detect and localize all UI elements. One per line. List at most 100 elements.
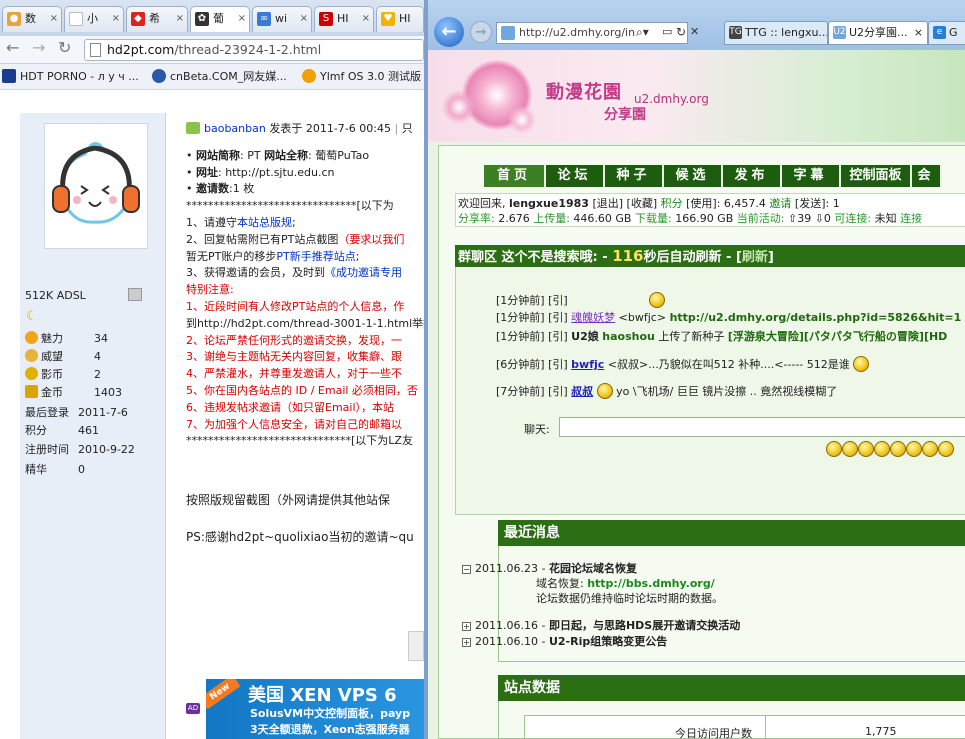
chat-time-quote[interactable]: [6分钟前] [引] bbox=[496, 358, 568, 371]
user-link[interactable]: lengxue1983 bbox=[509, 197, 589, 210]
collapse-icon[interactable]: − bbox=[462, 565, 471, 574]
nav-subtitles[interactable]: 字幕 bbox=[782, 165, 841, 187]
nav-upload[interactable]: 发布 bbox=[723, 165, 782, 187]
stat-value: 1,775 bbox=[865, 725, 897, 738]
xen-vps-ad-banner[interactable]: New 美国 XEN VPS 6 SolusVM中文控制面板，payp 3天全额… bbox=[206, 679, 424, 739]
news-body-text: 域名恢复: bbox=[536, 577, 588, 590]
news-item-2[interactable]: +2011.06.16 - 即日起，与思路HDS展开邀请交换活动 bbox=[462, 618, 740, 633]
logout-link[interactable]: [退出] bbox=[589, 197, 623, 210]
news-body-text: 论坛数据仍维持临时论坛时期的数据。 bbox=[536, 592, 723, 605]
close-icon[interactable]: × bbox=[238, 7, 246, 31]
smiley-icon[interactable] bbox=[842, 441, 858, 457]
rules-link[interactable]: 本站总版规 bbox=[237, 216, 292, 229]
close-icon[interactable]: × bbox=[176, 7, 184, 31]
close-icon[interactable]: × bbox=[50, 7, 58, 31]
chat-user[interactable]: bwfjc bbox=[571, 358, 604, 371]
close-icon[interactable]: × bbox=[362, 7, 370, 31]
close-icon[interactable]: × bbox=[112, 7, 120, 31]
ie-address-bar[interactable]: http://u2.dmhy.org/in bbox=[496, 22, 688, 44]
chat-time-quote[interactable]: [7分钟前] [引] bbox=[496, 385, 568, 398]
news-item-1[interactable]: −2011.06.23 - 花园论坛域名恢复 bbox=[462, 561, 637, 576]
forward-arrow-icon[interactable]: → bbox=[32, 38, 45, 57]
nav-more[interactable]: 会 bbox=[912, 165, 942, 187]
avatar[interactable] bbox=[44, 123, 148, 249]
post-author-link[interactable]: baobanban bbox=[204, 122, 266, 135]
invite-value[interactable]: [发送]: 1 bbox=[791, 197, 840, 210]
chat-time-quote[interactable]: [1分钟前] [引] bbox=[496, 330, 568, 343]
news-title[interactable]: 花园论坛域名恢复 bbox=[549, 562, 637, 575]
smiley-icon bbox=[853, 356, 870, 372]
favorites-link[interactable]: [收藏] bbox=[623, 197, 658, 210]
smiley-icon[interactable] bbox=[826, 441, 842, 457]
newbie-sites-link[interactable]: PT新手推荐站点 bbox=[276, 250, 355, 263]
stop-icon[interactable]: ✕ bbox=[690, 25, 699, 38]
omnibox-url[interactable]: hd2pt.com/thread-23924-1-2.html bbox=[84, 39, 424, 61]
nav-control-panel[interactable]: 控制面板 bbox=[841, 165, 912, 187]
invite-thread-link[interactable]: 《成功邀请专用 bbox=[325, 266, 402, 279]
chrome-tab-1[interactable]: ● 数 × bbox=[2, 6, 62, 32]
chat-time-quote[interactable]: [1分钟前] [引] bbox=[496, 294, 568, 307]
notice-3: 3、谢绝与主题帖无关内容回复，收集癖、跟 bbox=[186, 350, 402, 364]
refresh-icon[interactable]: ↻ bbox=[676, 25, 686, 39]
close-icon[interactable]: × bbox=[300, 7, 308, 31]
ie-tab-google[interactable]: eG bbox=[928, 21, 965, 45]
chat-link[interactable]: http://u2.dmhy.org/details.php?id=5826&h… bbox=[670, 311, 962, 324]
news-item-3[interactable]: +2011.06.10 - U2-Rip组策略变更公告 bbox=[462, 634, 667, 649]
ttg-favicon-icon: TG bbox=[729, 26, 742, 39]
tab-label: 葡 bbox=[213, 12, 224, 25]
bookmark-cnbeta[interactable]: cnBeta.COM_网友媒... bbox=[152, 64, 287, 89]
nav-torrents[interactable]: 种子 bbox=[605, 165, 664, 187]
expand-icon[interactable]: + bbox=[462, 622, 471, 631]
site-logo-text[interactable]: 動漫花園 bbox=[546, 78, 622, 104]
smiley-icon[interactable] bbox=[906, 441, 922, 457]
grape-favicon-icon: ✿ bbox=[195, 12, 209, 26]
chat-time-quote[interactable]: [1分钟前] [引] bbox=[496, 311, 568, 324]
chat-link[interactable]: [浮游泉大冒险][パタパタ飞行船の冒険][HD bbox=[728, 330, 947, 343]
compat-icon[interactable]: ▭ bbox=[662, 25, 672, 38]
close-icon[interactable]: × bbox=[914, 22, 923, 44]
chrome-tab-2[interactable]: 小 × bbox=[64, 6, 124, 32]
points-value[interactable]: [使用]: 6,457.4 bbox=[683, 197, 770, 210]
ie-forward-button[interactable]: → bbox=[470, 21, 492, 43]
smiley-icon[interactable] bbox=[890, 441, 906, 457]
bookmark-hdt[interactable]: HDT PORNO - л у ч ... bbox=[2, 64, 139, 89]
chat-user[interactable]: 魂魄妖梦 bbox=[571, 311, 615, 324]
news-title[interactable]: 即日起，与思路HDS展开邀请交换活动 bbox=[549, 619, 740, 632]
chat-user[interactable]: 叔叔 bbox=[571, 385, 593, 398]
nav-home[interactable]: 首页 bbox=[484, 165, 546, 187]
refresh-link[interactable]: 刷新 bbox=[742, 250, 768, 265]
news-title[interactable]: U2-Rip组策略变更公告 bbox=[549, 635, 667, 648]
search-icon[interactable]: ⌕▾ bbox=[636, 25, 649, 40]
smiley-icon bbox=[596, 383, 613, 399]
chat-input[interactable] bbox=[559, 417, 965, 437]
chrome-tab-4-active[interactable]: ✿ 葡 × bbox=[190, 6, 250, 32]
nav-forum[interactable]: 论坛 bbox=[546, 165, 605, 187]
chat-message: [6分钟前] [引] bwfjc <叔叔>...乃貌似在叫512 补种....<… bbox=[496, 356, 870, 372]
chat-user[interactable]: U2娘 bbox=[571, 330, 599, 343]
smiley-icon[interactable] bbox=[938, 441, 954, 457]
chrome-tab-5[interactable]: ∞ wi × bbox=[252, 6, 312, 32]
ie-back-button[interactable]: ← bbox=[434, 17, 464, 47]
quote-button[interactable] bbox=[408, 631, 424, 661]
pm-icon[interactable] bbox=[128, 288, 142, 301]
username[interactable]: 512K ADSL bbox=[25, 289, 86, 302]
bookmark-label: HDT PORNO - л у ч ... bbox=[20, 70, 139, 83]
chrome-tab-7[interactable]: ♥ HI bbox=[376, 6, 424, 32]
smiley-icon[interactable] bbox=[922, 441, 938, 457]
chat-user[interactable]: haoshou bbox=[602, 330, 655, 343]
news-body: 域名恢复: http://bbs.dmhy.org/ bbox=[536, 576, 715, 591]
back-arrow-icon[interactable]: ← bbox=[6, 38, 19, 57]
chrome-tab-6[interactable]: S HI × bbox=[314, 6, 374, 32]
reload-icon[interactable]: ↻ bbox=[58, 38, 71, 57]
ie-tab-ttg[interactable]: TG TTG :: lengxu... bbox=[724, 21, 828, 45]
news-link[interactable]: http://bbs.dmhy.org/ bbox=[587, 577, 715, 590]
ie-tab-u2-active[interactable]: U2 U2分享園... × bbox=[828, 21, 928, 45]
chrome-tab-3[interactable]: ◆ 希 × bbox=[126, 6, 188, 32]
chat-text: 上传了新种子 bbox=[654, 330, 728, 343]
chat-message: [1分钟前] [引] U2娘 haoshou 上传了新种子 [浮游泉大冒险][パ… bbox=[496, 330, 947, 344]
nav-offers[interactable]: 候选 bbox=[664, 165, 723, 187]
smiley-icon[interactable] bbox=[858, 441, 874, 457]
expand-icon[interactable]: + bbox=[462, 638, 471, 647]
smiley-icon[interactable] bbox=[874, 441, 890, 457]
bookmark-ylmf[interactable]: Ylmf OS 3.0 测试版 bbox=[302, 64, 421, 89]
